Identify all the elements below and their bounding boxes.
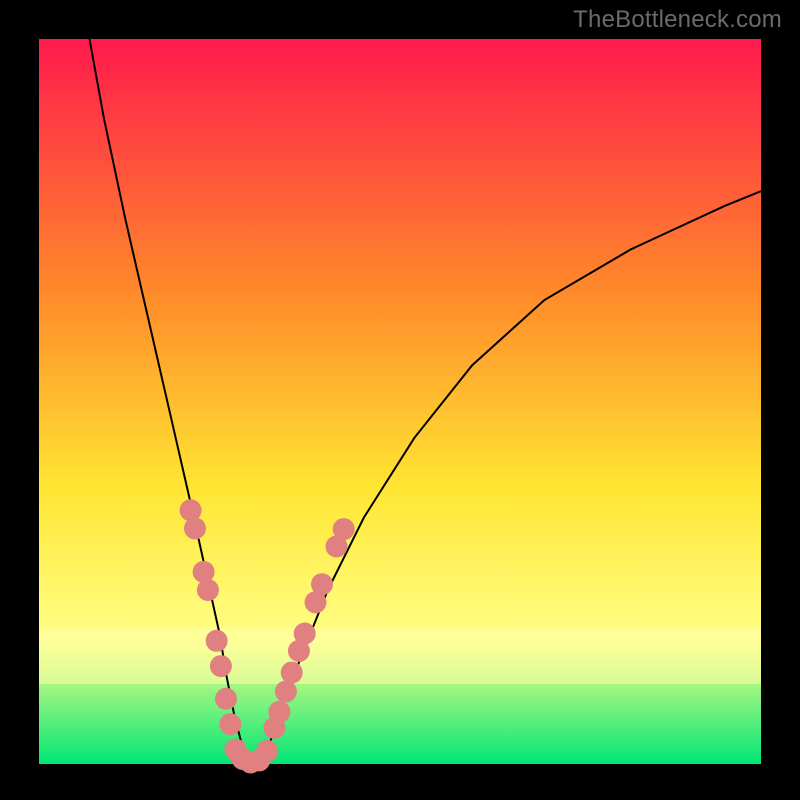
- bead: [219, 713, 241, 735]
- bead: [256, 740, 278, 762]
- bead: [215, 688, 237, 710]
- chart-svg: [0, 0, 800, 800]
- chart-canvas: TheBottleneck.com: [0, 0, 800, 800]
- bead: [210, 655, 232, 677]
- bead: [281, 662, 303, 684]
- bead: [184, 517, 206, 539]
- bead: [311, 573, 333, 595]
- watermark-text: TheBottleneck.com: [573, 6, 782, 34]
- bead: [268, 701, 290, 723]
- bead: [206, 630, 228, 652]
- bead: [275, 681, 297, 703]
- bead: [197, 579, 219, 601]
- bead: [333, 518, 355, 540]
- highlight-band: [39, 628, 761, 684]
- bead: [294, 623, 316, 645]
